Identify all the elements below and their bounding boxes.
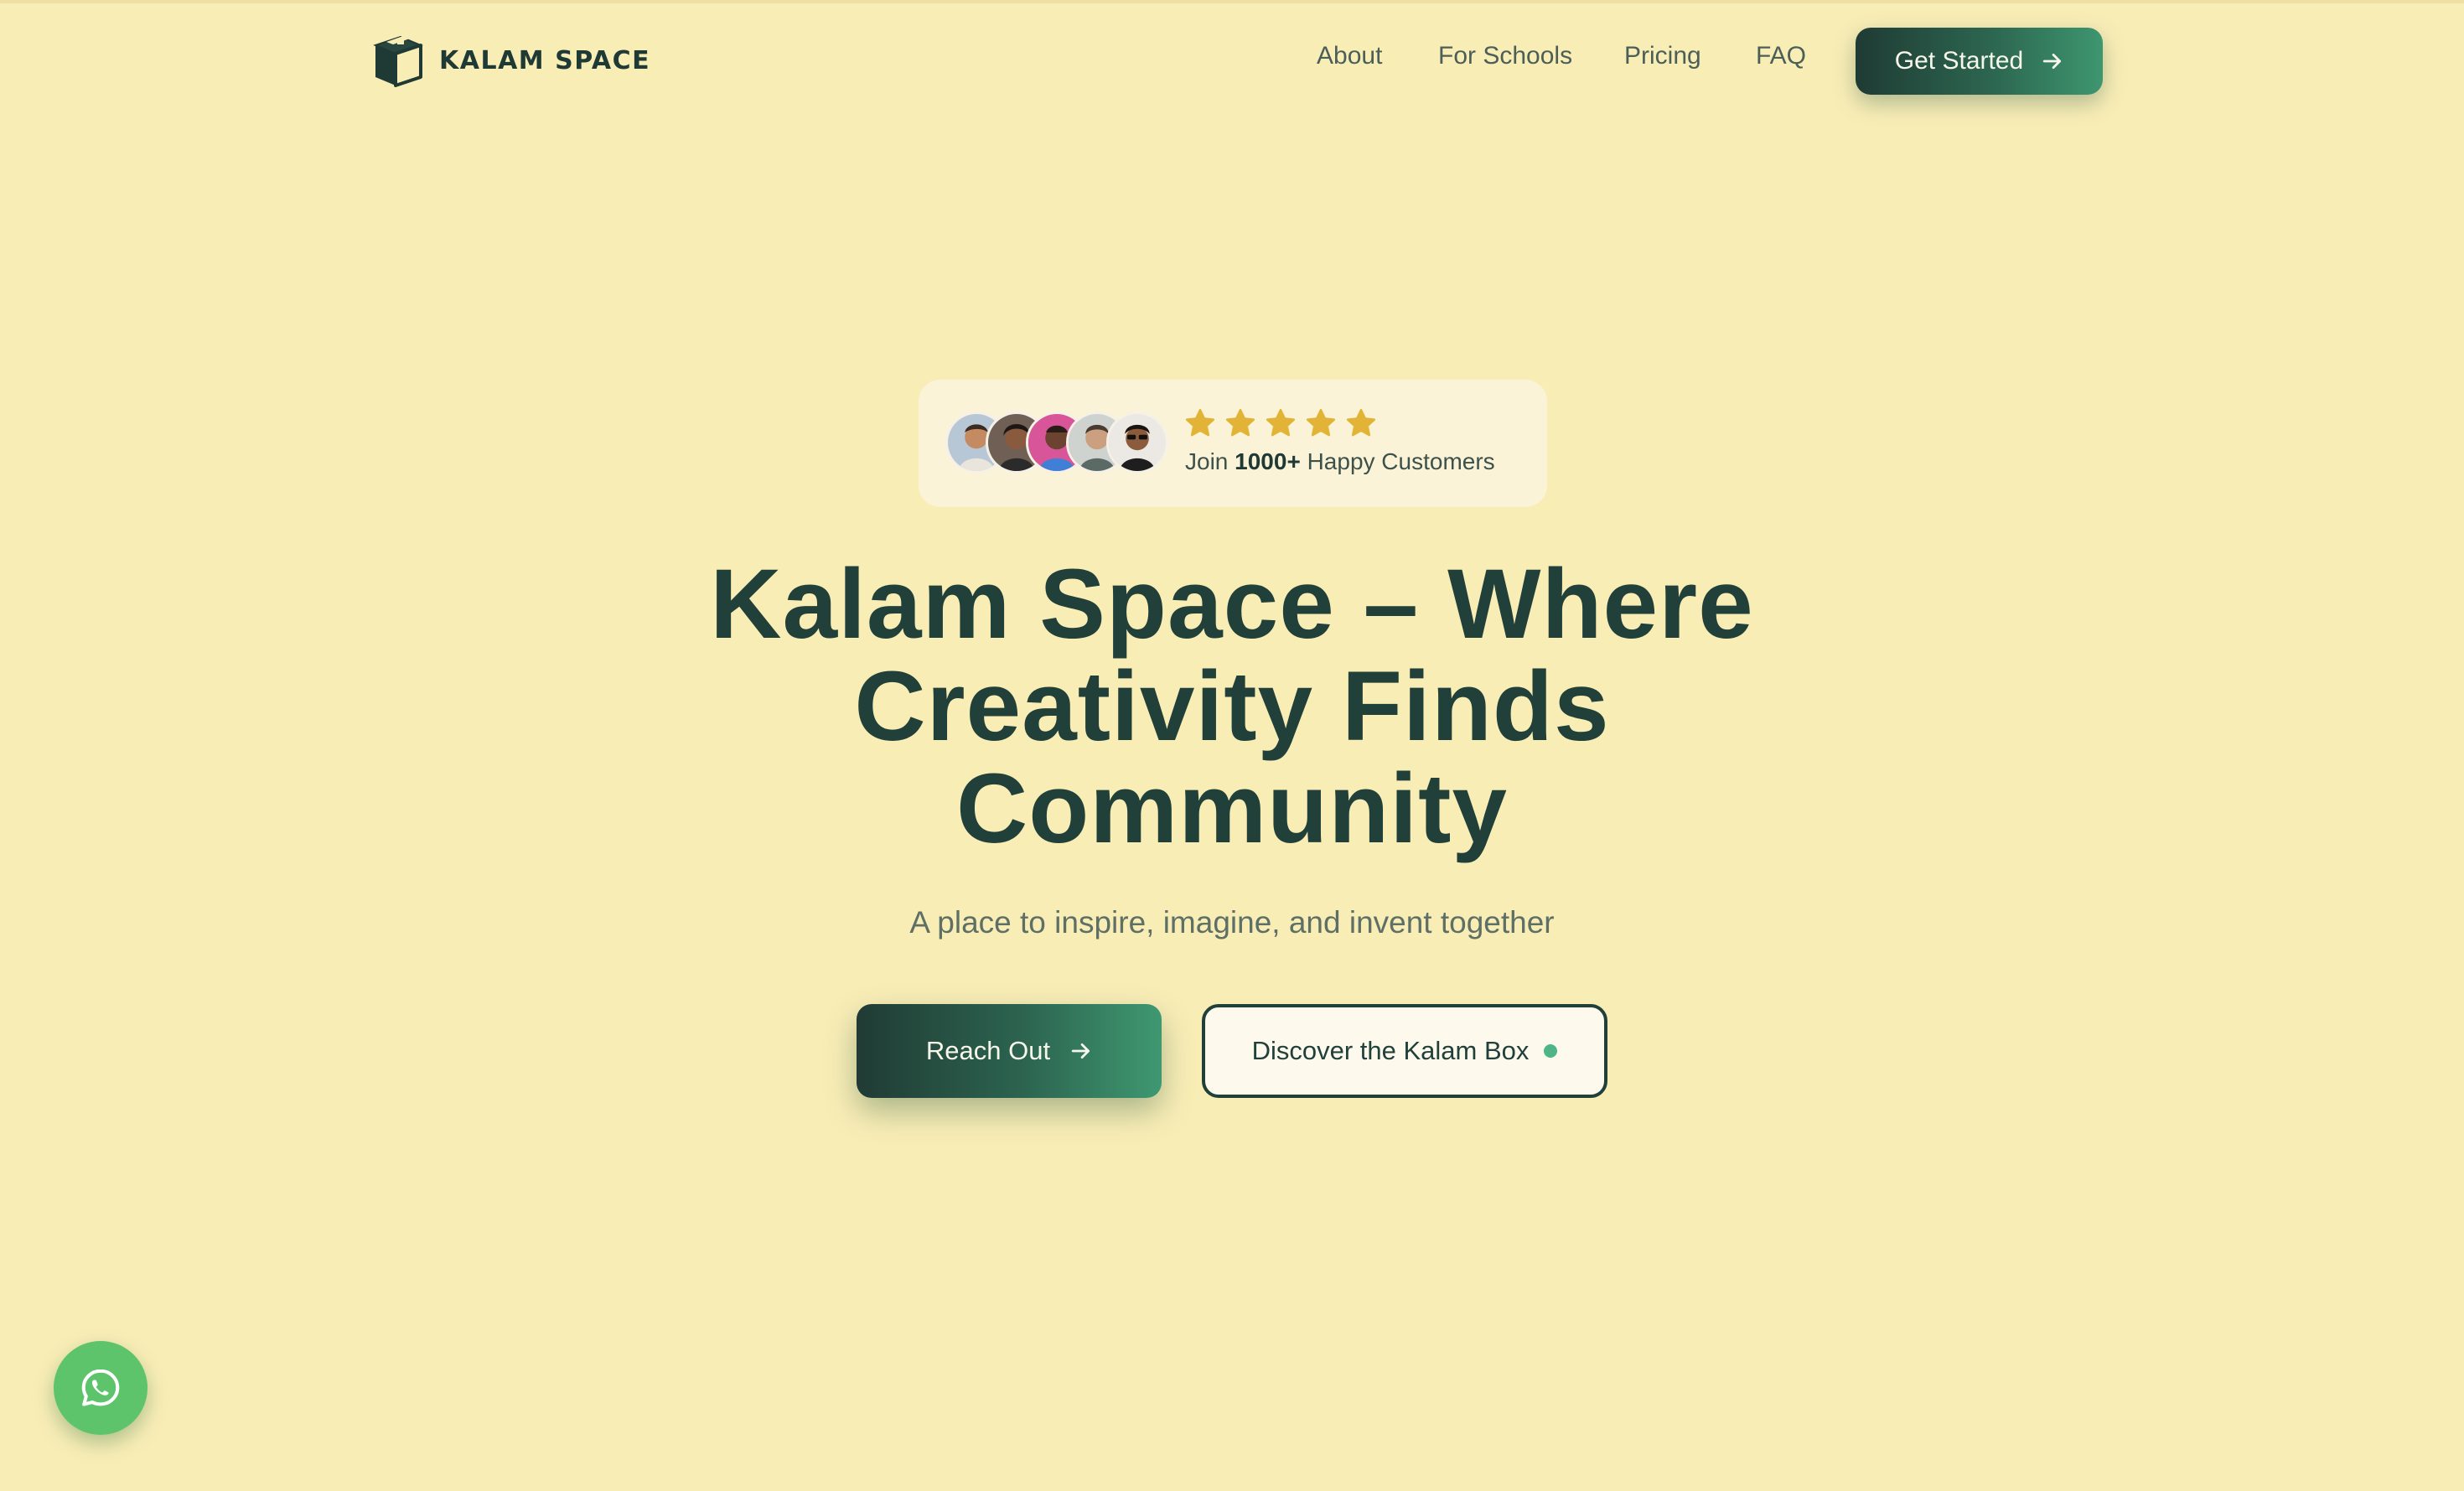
star-icon <box>1266 408 1296 437</box>
reach-out-label: Reach Out <box>925 1036 1051 1065</box>
get-started-label: Get Started <box>1894 47 2024 75</box>
star-icon <box>1346 408 1376 437</box>
whatsapp-button[interactable] <box>54 1341 148 1435</box>
proof-prefix: Join <box>1185 448 1229 474</box>
hero-title-line3: Community <box>956 753 1508 864</box>
social-proof-badge: Join 1000+ Happy Customers <box>919 380 1547 507</box>
reach-out-button[interactable]: Reach Out <box>857 1004 1162 1098</box>
hero-title-line1: Kalam Space – Where <box>710 549 1754 660</box>
star-icon <box>1185 408 1215 437</box>
nav-about[interactable]: About <box>1317 42 1382 80</box>
site-header: KALAM SPACE About For Schools Pricing FA… <box>0 0 2464 122</box>
customer-count: 1000+ <box>1235 448 1301 474</box>
discover-kalam-box-button[interactable]: Discover the Kalam Box <box>1202 1004 1607 1098</box>
nav-faq[interactable]: FAQ <box>1756 42 1806 80</box>
customer-count-text: Join 1000+ Happy Customers <box>1185 448 1495 475</box>
logo[interactable]: KALAM SPACE <box>372 34 650 87</box>
rating-stars <box>1183 406 1378 445</box>
box-logo-icon <box>373 35 423 87</box>
arrow-right-icon <box>2043 54 2062 69</box>
avatar <box>1106 412 1168 474</box>
customer-avatars <box>945 412 1172 479</box>
hero-subtitle: A place to inspire, imagine, and invent … <box>909 905 1555 940</box>
hero-title-line2: Creativity Finds <box>854 651 1610 762</box>
star-icon <box>1306 408 1336 437</box>
proof-suffix: Happy Customers <box>1307 448 1495 474</box>
nav-pricing[interactable]: Pricing <box>1624 42 1701 80</box>
logo-text: KALAM SPACE <box>439 45 651 75</box>
star-icon <box>1225 408 1255 437</box>
arrow-right-icon <box>1071 1043 1090 1059</box>
get-started-button[interactable]: Get Started <box>1856 28 2103 95</box>
discover-label: Discover the Kalam Box <box>1251 1036 1530 1065</box>
hero-title: Kalam Space – Where Creativity Finds Com… <box>478 553 1986 860</box>
green-dot-icon <box>1544 1044 1558 1058</box>
whatsapp-icon <box>81 1369 120 1406</box>
nav-for-schools[interactable]: For Schools <box>1438 42 1572 80</box>
